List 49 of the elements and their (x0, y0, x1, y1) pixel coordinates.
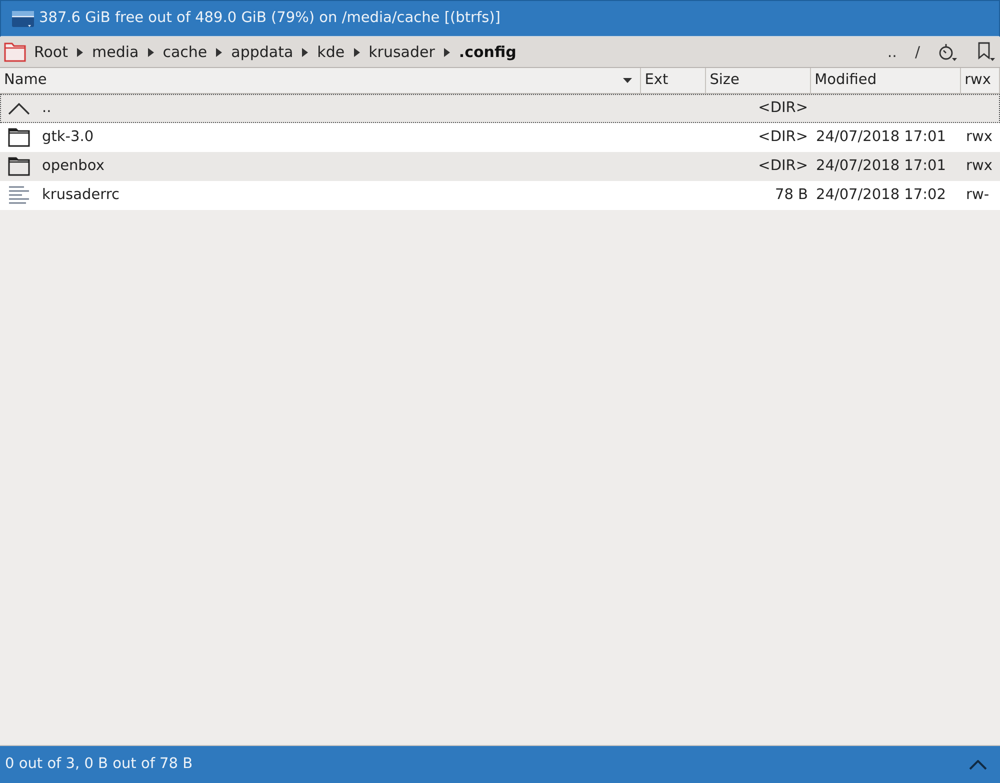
column-header[interactable]: Name (0, 68, 641, 93)
nav-button[interactable]: .. (887, 44, 897, 60)
file-name: gtk-3.0 (42, 128, 94, 147)
breadcrumb-item[interactable]: kde (317, 44, 345, 60)
file-row[interactable]: openbox <DIR> 24/07/2018 17:01 rwx (0, 152, 1000, 181)
bookmark-icon[interactable] (976, 42, 996, 62)
nav-button[interactable]: / (914, 44, 920, 60)
file-size: <DIR> (758, 156, 808, 176)
breadcrumb-item[interactable]: media (92, 44, 139, 60)
modified-date: 24/07/2018 17:01 (816, 128, 946, 145)
breadcrumb-item[interactable]: krusader (368, 44, 435, 60)
history-icon[interactable] (938, 42, 958, 62)
text-file-icon (8, 186, 30, 205)
drive-icon (11, 8, 35, 28)
caret-up-icon (969, 760, 987, 770)
breadcrumb-item[interactable]: appdata (231, 44, 294, 60)
permissions: rwx (966, 158, 992, 174)
breadcrumb-item[interactable]: .config (458, 44, 516, 60)
column-header[interactable]: rwx (960, 68, 1000, 93)
file-name: krusaderrc (42, 186, 120, 205)
file-size: 78 B (774, 186, 808, 205)
file-row[interactable]: gtk-3.0 <DIR> 24/07/2018 17:01 rwx (0, 123, 1000, 152)
caret-up-button[interactable] (968, 758, 988, 772)
file-row[interactable]: .. <DIR> (0, 94, 1000, 123)
file-name: .. (42, 98, 52, 118)
modified-date: 24/07/2018 17:02 (816, 186, 946, 203)
permissions: rwx (966, 128, 992, 145)
column-header[interactable]: Modified (810, 68, 961, 93)
triangle-right-icon (148, 48, 154, 56)
folder-icon (8, 128, 30, 147)
folder-icon (8, 157, 30, 176)
triangle-right-icon (354, 48, 360, 56)
triangle-right-icon (76, 48, 83, 56)
free-space-text: 387.6 GiB free out of 489.0 GiB (79%) on /media/cache [(btrfs)] (39, 8, 500, 28)
breadcrumb-item[interactable]: cache (162, 44, 208, 60)
breadcrumb-item[interactable]: Root (34, 44, 68, 60)
file-size: <DIR> (758, 98, 808, 118)
column-header[interactable]: Ext (640, 68, 706, 93)
file-row[interactable]: krusaderrc 78 B 24/07/2018 17:02 rw- (0, 181, 1000, 210)
triangle-right-icon (216, 48, 222, 56)
column-header[interactable]: Size (706, 68, 811, 93)
triangle-right-icon (302, 48, 308, 56)
file-size: <DIR> (758, 128, 808, 147)
folder-icon (4, 42, 26, 62)
permissions: rw- (966, 186, 990, 203)
triangle-right-icon (444, 48, 450, 56)
file-name: openbox (42, 156, 104, 176)
modified-date: 24/07/2018 17:01 (816, 158, 946, 174)
status-text: 0 out of 3, 0 B out of 78 B (5, 754, 193, 774)
